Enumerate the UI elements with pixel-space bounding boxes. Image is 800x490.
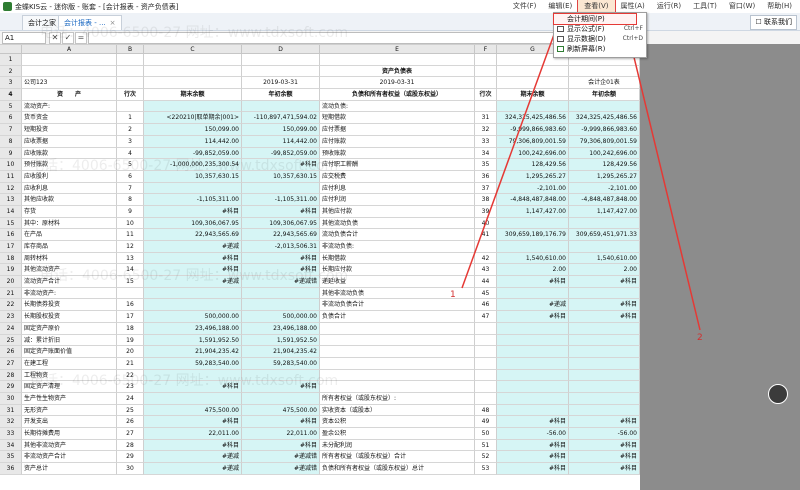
annotation-label-2: 2 [697, 333, 703, 343]
data-icon [557, 36, 564, 42]
shortcut-label: Ctrl+D [622, 35, 643, 42]
menu-item-refresh-screen[interactable]: 刷新屏幕(R) [554, 44, 646, 54]
menu-item-accounting-period[interactable]: 会计期间(P) [553, 13, 637, 25]
shortcut-label: Ctrl+F [623, 25, 643, 32]
support-avatar[interactable] [768, 384, 788, 404]
annotation-label-1: 1 [450, 290, 456, 300]
annotation-arrows [461, 14, 701, 331]
menu-item-label: 显示公式(F) [567, 25, 605, 33]
view-menu-dropdown: 会计期间(P) 显示公式(F) Ctrl+F 显示数据(D) Ctrl+D 刷新屏幕… [553, 12, 647, 58]
menu-item-label: 会计期间(P) [567, 15, 605, 23]
refresh-icon [557, 46, 564, 52]
menu-item-label: 显示数据(D) [567, 35, 606, 43]
menu-item-label: 刷新屏幕(R) [567, 45, 606, 53]
menu-item-show-data[interactable]: 显示数据(D) Ctrl+D [554, 34, 646, 44]
formula-icon [557, 26, 564, 32]
menu-item-show-formula[interactable]: 显示公式(F) Ctrl+F [554, 24, 646, 34]
